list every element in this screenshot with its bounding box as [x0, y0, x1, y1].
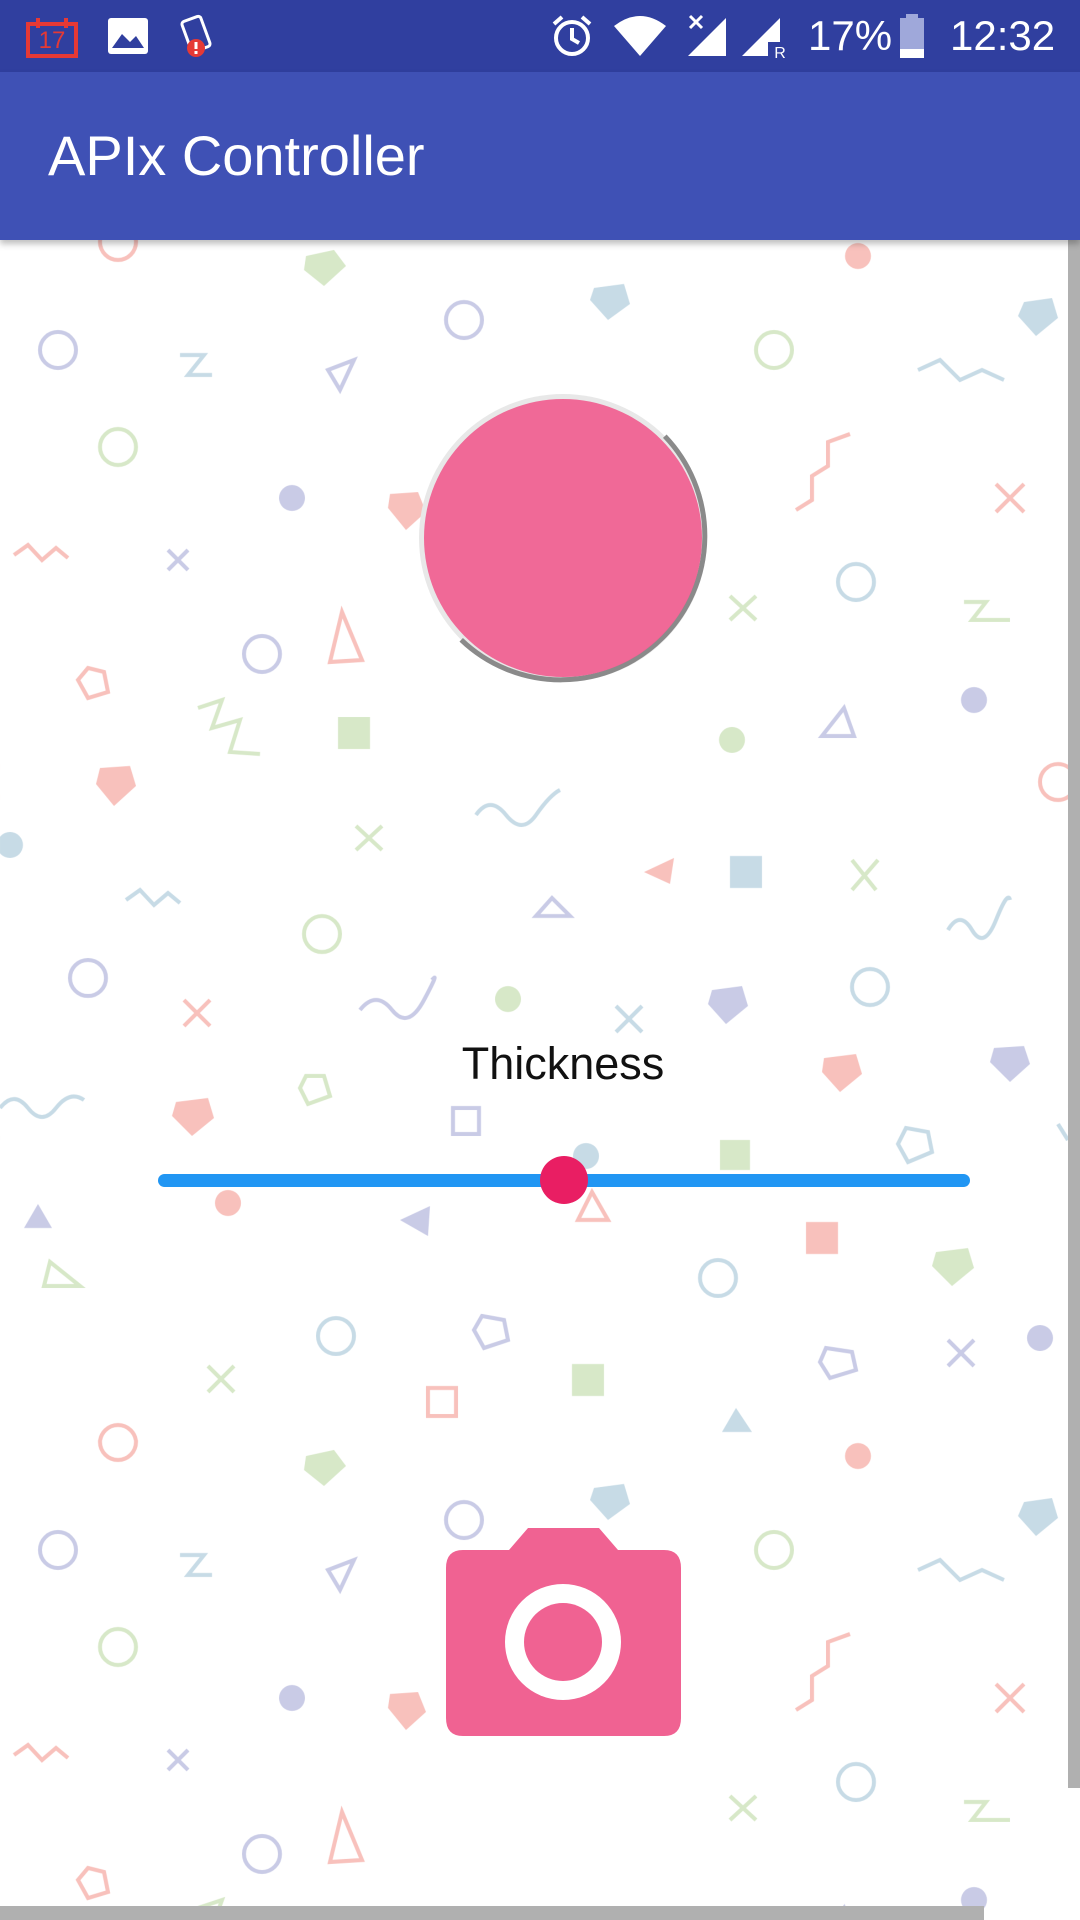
calendar-day-text: 17 [39, 27, 66, 54]
status-bar: 17 R 17% 12:32 [0, 0, 1080, 72]
thickness-label: Thickness [461, 1038, 665, 1089]
battery-alert-icon [180, 14, 212, 57]
slider-thumb[interactable] [540, 1156, 588, 1204]
roaming-signal-icon: R [742, 18, 786, 60]
app-bar: APIx Controller [0, 72, 1080, 240]
battery-icon [900, 14, 924, 58]
horizontal-scrollbar[interactable] [0, 1906, 984, 1920]
roaming-label: R [774, 45, 786, 60]
alarm-icon [552, 15, 592, 56]
cell-signal-icon [688, 14, 726, 56]
app-title: APIx Controller [48, 124, 425, 187]
calendar-17-icon: 17 [26, 18, 78, 58]
thickness-slider[interactable] [158, 1150, 970, 1210]
image-icon [108, 18, 148, 54]
clock: 12:32 [950, 12, 1056, 59]
battery-percent: 17% [808, 12, 893, 59]
camera-button[interactable] [446, 1524, 681, 1736]
wifi-icon [614, 16, 666, 56]
color-circle-button[interactable] [415, 390, 711, 686]
vertical-scrollbar[interactable] [1068, 240, 1080, 1788]
